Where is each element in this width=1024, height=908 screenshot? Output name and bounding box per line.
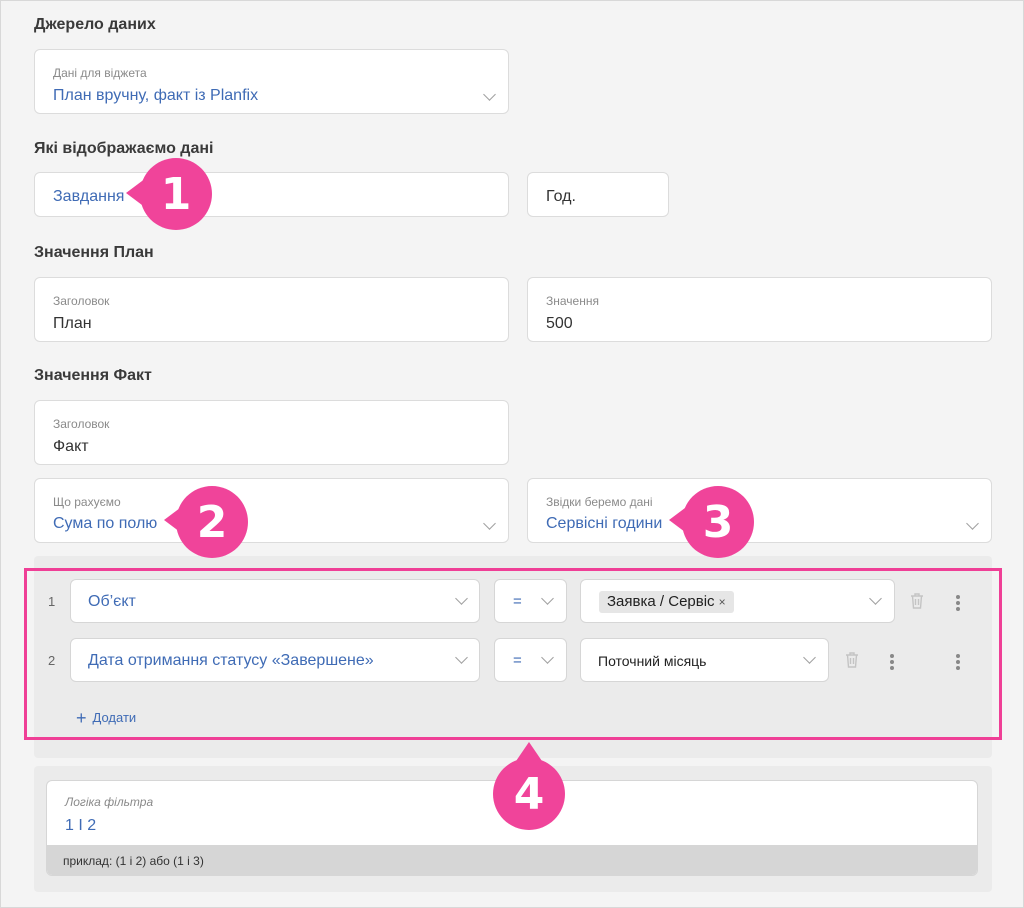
source-heading: Джерело даних — [34, 16, 156, 33]
display-unit-value: Год. — [546, 188, 576, 205]
filter-logic-label: Логіка фільтра — [65, 795, 154, 809]
widget-data-label: Дані для віджета — [53, 66, 147, 80]
chevron-down-icon — [966, 517, 979, 530]
callout-badge-4: 4 — [493, 758, 565, 830]
count-what-value: Сума по полю — [53, 515, 158, 532]
widget-data-select[interactable]: Дані для віджета План вручну, факт із Pl… — [34, 49, 509, 114]
fact-title-value: Факт — [53, 438, 89, 455]
plan-heading: Значення План — [34, 244, 154, 261]
widget-data-value: План вручну, факт із Planfix — [53, 87, 259, 104]
callout-badge-1: 1 — [140, 158, 212, 230]
plan-title-label: Заголовок — [53, 294, 110, 308]
chevron-down-icon — [483, 88, 496, 101]
fact-title-field[interactable]: Заголовок Факт — [34, 400, 509, 465]
data-from-value: Сервісні години — [546, 515, 663, 532]
plan-value-field[interactable]: Значення 500 — [527, 277, 992, 342]
filter-logic-hint: приклад: (1 і 2) або (1 і 3) — [47, 845, 977, 875]
display-entity-value: Завдання — [53, 188, 125, 205]
plan-value-label: Значення — [546, 294, 599, 308]
fact-heading: Значення Факт — [34, 367, 152, 384]
data-from-select[interactable]: Звідки беремо дані Сервісні години — [527, 478, 992, 543]
plan-title-value: План — [53, 315, 92, 332]
callout-badge-2: 2 — [176, 486, 248, 558]
display-entity-select[interactable]: Завдання — [34, 172, 509, 217]
display-unit-field[interactable]: Год. — [527, 172, 669, 217]
count-what-label: Що рахуємо — [53, 495, 121, 509]
fact-title-label: Заголовок — [53, 417, 110, 431]
plan-value-value: 500 — [546, 315, 573, 332]
count-what-select[interactable]: Що рахуємо Сума по полю — [34, 478, 509, 543]
plan-title-field[interactable]: Заголовок План — [34, 277, 509, 342]
filter-logic-value: 1 І 2 — [65, 817, 97, 834]
callout-badge-3: 3 — [682, 486, 754, 558]
data-from-label: Звідки беремо дані — [546, 495, 653, 509]
filter-highlight-frame — [24, 568, 1002, 740]
chevron-down-icon — [483, 517, 496, 530]
display-heading: Які відображаємо дані — [34, 140, 214, 157]
